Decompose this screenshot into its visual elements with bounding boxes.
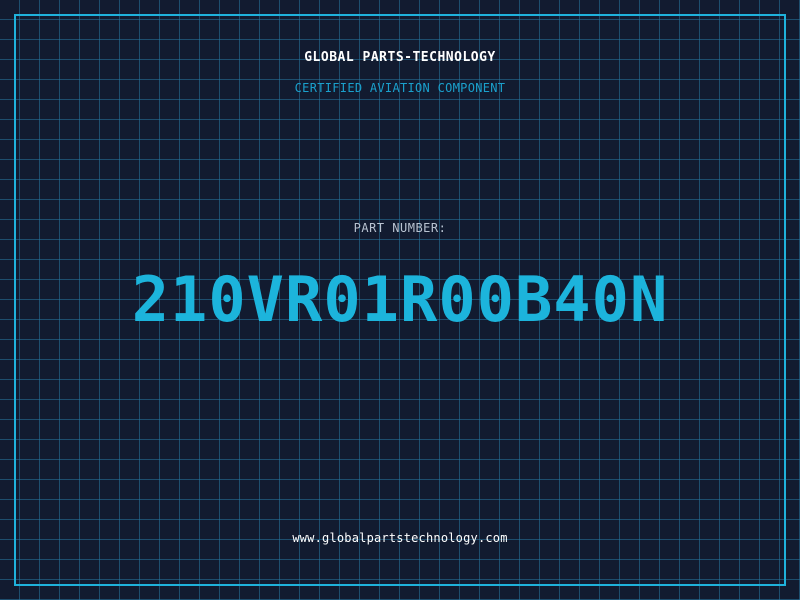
certification-subtitle: CERTIFIED AVIATION COMPONENT xyxy=(294,81,506,95)
part-number-value: 210VR01R00B40N xyxy=(131,263,669,336)
label-card: GLOBAL PARTS-TECHNOLOGY CERTIFIED AVIATI… xyxy=(0,0,800,600)
company-name: GLOBAL PARTS-TECHNOLOGY xyxy=(304,50,496,65)
part-number-label: PART NUMBER: xyxy=(353,221,447,235)
website-url: www.globalpartstechnology.com xyxy=(292,531,508,545)
